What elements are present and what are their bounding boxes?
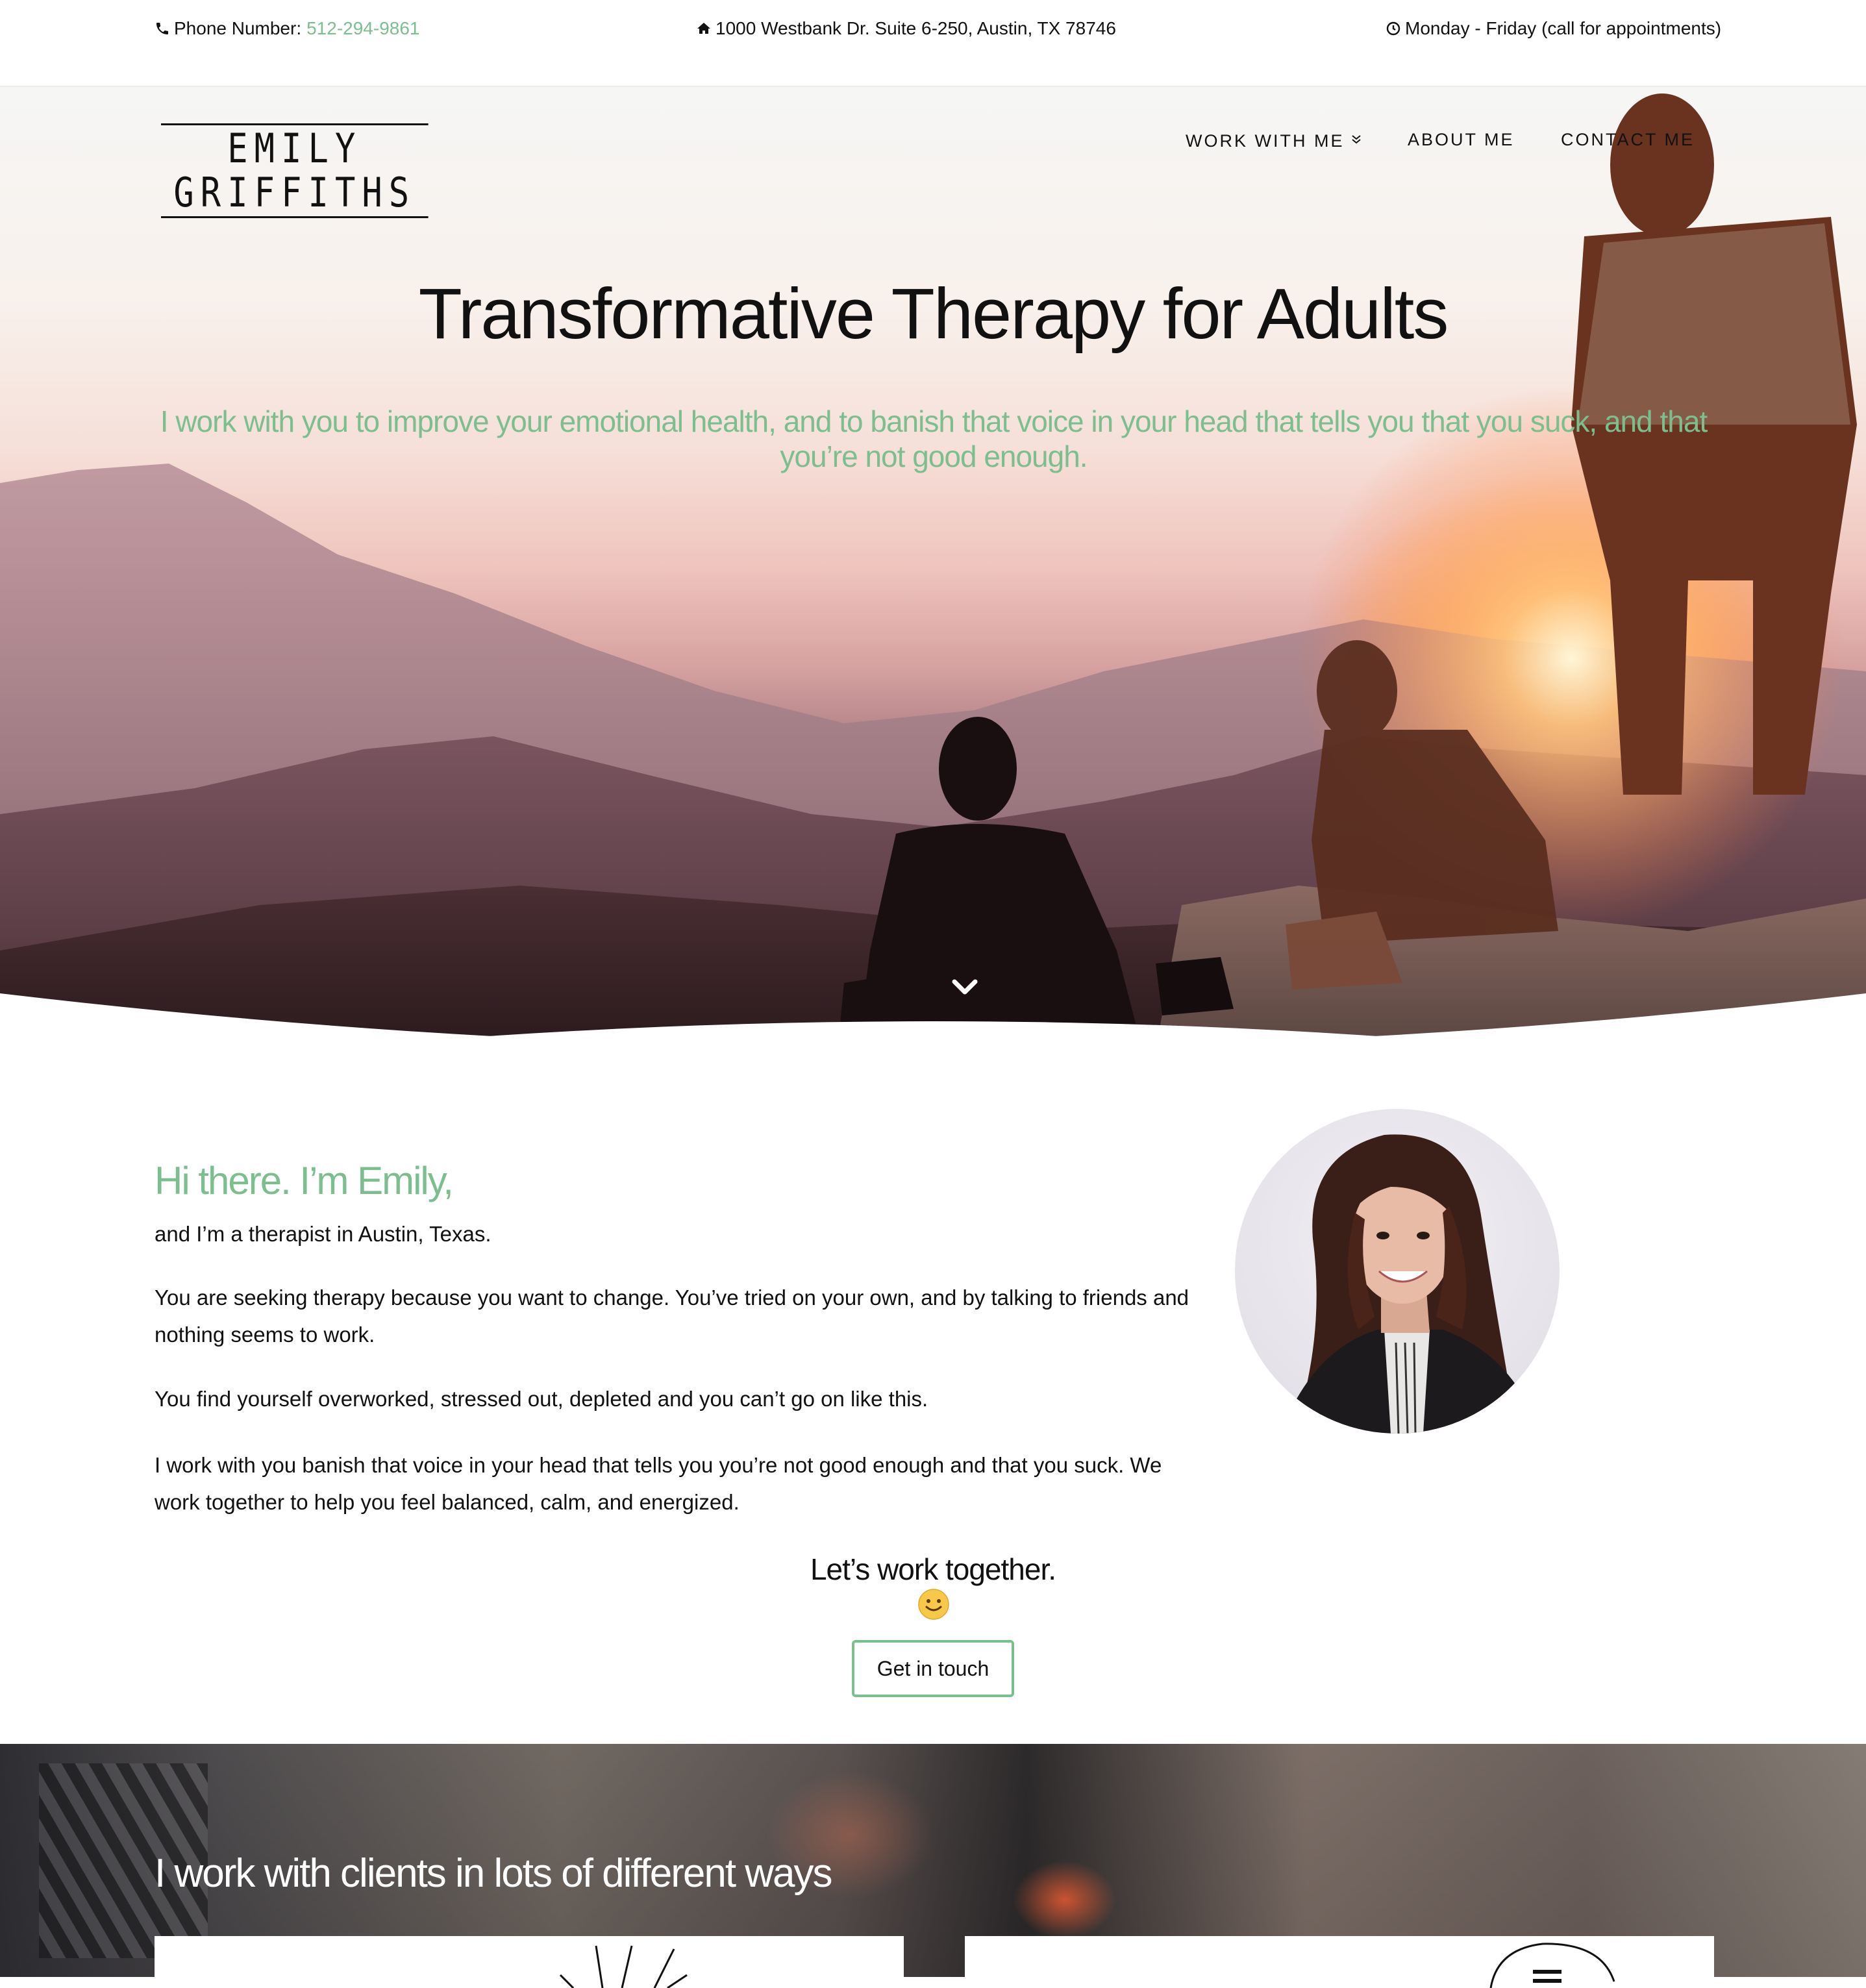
services-bg-decor	[1013, 1861, 1117, 1939]
service-card[interactable]	[155, 1936, 904, 1988]
intro-paragraph-4: I work with you banish that voice in you…	[155, 1453, 1162, 1514]
sunburst-icon	[559, 1945, 688, 1988]
hero-bottom-curve	[0, 993, 1866, 1053]
phone-icon	[156, 23, 168, 34]
address-info: 1000 Westbank Dr. Suite 6-250, Austin, T…	[696, 14, 1116, 43]
nav-about-me-label: ABOUT ME	[1408, 130, 1515, 149]
nav-about-me[interactable]: ABOUT ME	[1408, 130, 1515, 150]
top-info-bar: Phone Number: 512-294-9861 1000 Westbank…	[0, 0, 1866, 87]
nav-contact-me[interactable]: CONTACT ME	[1561, 130, 1695, 150]
intro-paragraph-2: You are seeking therapy because you want…	[155, 1286, 1189, 1347]
hero-title: Transformative Therapy for Adults	[418, 274, 1449, 354]
hero-background-image	[0, 93, 1866, 1050]
intro-paragraph-3: You find yourself overworked, stressed o…	[155, 1387, 928, 1411]
get-in-touch-button[interactable]: Get in touch	[852, 1640, 1014, 1697]
nav-work-with-me[interactable]: WORK WITH ME	[1186, 131, 1362, 151]
hero-section: EMILY GRIFFITHS WORK WITH ME ABOUT ME CO…	[0, 87, 1866, 1050]
phone-label: Phone Number:	[174, 18, 302, 38]
smile-emoji-icon	[918, 1589, 949, 1620]
nav-contact-me-label: CONTACT ME	[1561, 130, 1695, 149]
address-text: 1000 Westbank Dr. Suite 6-250, Austin, T…	[715, 18, 1116, 38]
home-icon	[697, 23, 710, 34]
notes-icon	[1489, 1943, 1615, 1988]
site-logo[interactable]: EMILY GRIFFITHS	[161, 123, 429, 218]
services-heading: I work with clients in lots of different…	[155, 1851, 833, 1896]
service-card[interactable]	[965, 1936, 1714, 1988]
intro-heading: Hi there. I’m Emily,	[155, 1159, 454, 1202]
cta-heading: Let’s work together.	[810, 1552, 1056, 1586]
nav-work-with-me-label: WORK WITH ME	[1186, 131, 1345, 151]
double-chevron-icon	[1350, 134, 1362, 149]
clock-icon	[1386, 21, 1400, 36]
hero-subtitle: I work with you to improve your emotiona…	[160, 404, 1708, 473]
phone-info: Phone Number: 512-294-9861	[155, 14, 419, 43]
phone-number-link[interactable]: 512-294-9861	[306, 14, 419, 43]
hours-info: Monday - Friday (call for appointments)	[1386, 14, 1721, 43]
intro-paragraph-1: and I’m a therapist in Austin, Texas.	[155, 1222, 491, 1246]
hours-text: Monday - Friday (call for appointments)	[1405, 18, 1722, 38]
profile-photo	[1235, 1109, 1560, 1434]
